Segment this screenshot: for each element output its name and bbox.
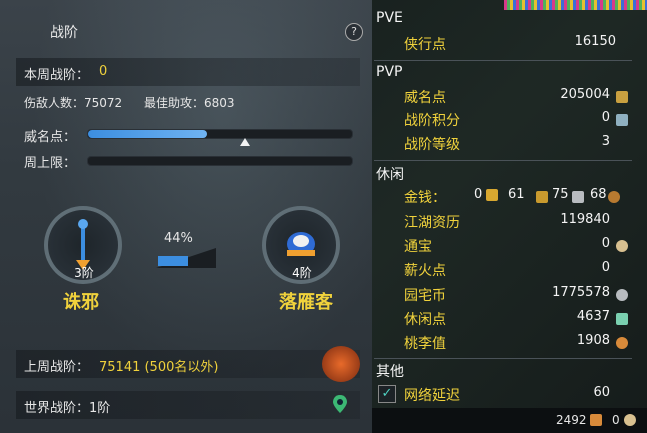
prestige-label: 威名点： (24, 130, 77, 145)
section-pve: PVE (376, 10, 403, 26)
item-label: 江湖资历 (404, 215, 460, 231)
bottom-right-value: 0 (612, 413, 620, 427)
item-xiaxing: 侠行点 16150 (404, 34, 636, 54)
item-value: 1908 (576, 333, 610, 348)
item-prestige: 威名点 205004 (404, 87, 636, 107)
gold-ingot-icon (486, 189, 498, 201)
copper-coin-icon (608, 191, 620, 203)
item-tongbao: 通宝 0 (404, 236, 636, 256)
section-leisure: 休闲 (376, 167, 404, 183)
divider (374, 358, 632, 359)
item-value: 1775578 (552, 285, 610, 300)
weekly-cap-bar (87, 156, 353, 166)
tongbao-coin-icon (616, 240, 628, 252)
boot-icon (590, 414, 602, 426)
item-rank-level: 战阶等级 3 (404, 134, 636, 154)
house-coin-icon (616, 289, 628, 301)
money-label: 金钱： (404, 190, 446, 206)
best-assist: 最佳助攻：6803 (144, 96, 235, 110)
prestige-bar-fill (88, 130, 207, 138)
item-value: 4637 (576, 309, 610, 324)
silver-coin-icon (572, 191, 584, 203)
bottom-left-value: 2492 (556, 413, 587, 427)
section-pvp: PVP (376, 64, 403, 80)
section-other: 其他 (376, 364, 404, 380)
current-rank-name: 诛邪 (63, 292, 99, 313)
item-latency: 网络延迟 60 (404, 385, 636, 405)
weekly-rank-row: 本周战阶： 0 (16, 58, 360, 86)
item-label: 战阶等级 (404, 137, 460, 153)
help-icon[interactable]: ? (345, 23, 363, 41)
damage-count: 伤敌人数：75072 (24, 96, 123, 110)
money-value-1: 0 (474, 187, 483, 202)
item-label: 休闲点 (404, 312, 446, 328)
item-value: 16150 (574, 34, 616, 49)
next-rank-level: 4阶 (292, 266, 312, 280)
item-money: 金钱： 0 61 75 68 (404, 187, 642, 207)
item-value: 0 (601, 110, 610, 125)
item-label: 薪火点 (404, 263, 446, 279)
prestige-icon (616, 91, 628, 103)
item-house-coin: 园宅币 1775578 (404, 285, 636, 305)
item-value: 0 (601, 260, 610, 275)
item-leisure-points: 休闲点 4637 (404, 309, 636, 329)
stats-row: 伤敌人数：75072 最佳助攻：6803 (16, 88, 360, 116)
rank-points-icon (616, 114, 628, 126)
bottom-bar: 2492 0 (372, 408, 647, 433)
prestige-marker-icon (240, 138, 250, 146)
last-week-value: 75141 (500名以外) (99, 360, 219, 375)
item-label: 通宝 (404, 239, 432, 255)
world-rank-row: 世界战阶：1阶 (16, 391, 360, 419)
money-value-2: 61 (508, 187, 525, 202)
item-rank-points: 战阶积分 0 (404, 110, 636, 130)
item-label: 战阶积分 (404, 113, 460, 129)
item-value: 119840 (560, 212, 610, 227)
weekly-rank-value: 0 (99, 64, 108, 79)
rank-progress-fill (158, 256, 188, 266)
currency-panel: PVE 侠行点 16150 PVP 威名点 205004 战阶积分 0 战阶等级… (372, 0, 647, 433)
gold-coin-icon (536, 191, 548, 203)
next-rank-name: 落雁客 (279, 292, 333, 313)
money-value-3: 75 (552, 187, 569, 202)
last-week-row: 上周战阶： 75141 (500名以外) (16, 350, 360, 378)
peach-icon (616, 337, 628, 349)
panel-title: 战阶 (50, 25, 78, 41)
item-seniority: 江湖资历 119840 (404, 212, 636, 232)
item-taoli: 桃李值 1908 (404, 333, 636, 353)
item-xinhuo: 薪火点 0 (404, 260, 636, 280)
item-value: 0 (601, 236, 610, 251)
item-label: 桃李值 (404, 336, 446, 352)
item-label: 威名点 (404, 90, 446, 106)
rank-progress-percent: 44% (164, 231, 193, 246)
item-label: 园宅币 (404, 288, 446, 304)
weekly-rank-label: 本周战阶： (24, 68, 90, 83)
rank-panel: 战阶 ? 本周战阶： 0 伤敌人数：75072 最佳助攻：6803 威名点： 周… (0, 0, 372, 433)
item-value: 205004 (560, 87, 610, 102)
item-label: 网络延迟 (404, 388, 460, 404)
weekly-cap-label: 周上限： (24, 156, 77, 171)
world-rank-label: 世界战阶：1阶 (24, 401, 111, 416)
panel-header: 战阶 (0, 18, 372, 46)
rank-progress-meter (156, 248, 216, 268)
money-value-4: 68 (590, 187, 607, 202)
divider (374, 160, 632, 161)
color-strip (504, 0, 647, 10)
location-pin-icon[interactable] (332, 394, 348, 414)
leaf-icon (616, 313, 628, 325)
item-value: 60 (593, 385, 610, 400)
divider (374, 60, 632, 61)
current-rank-level: 3阶 (74, 266, 94, 280)
item-value: 3 (601, 134, 610, 149)
coin-icon (624, 414, 636, 426)
chest-icon[interactable] (322, 346, 360, 382)
latency-checkbox[interactable]: ✓ (378, 385, 396, 403)
item-label: 侠行点 (404, 37, 446, 53)
prestige-bar (87, 129, 353, 139)
last-week-label: 上周战阶： (24, 360, 90, 375)
